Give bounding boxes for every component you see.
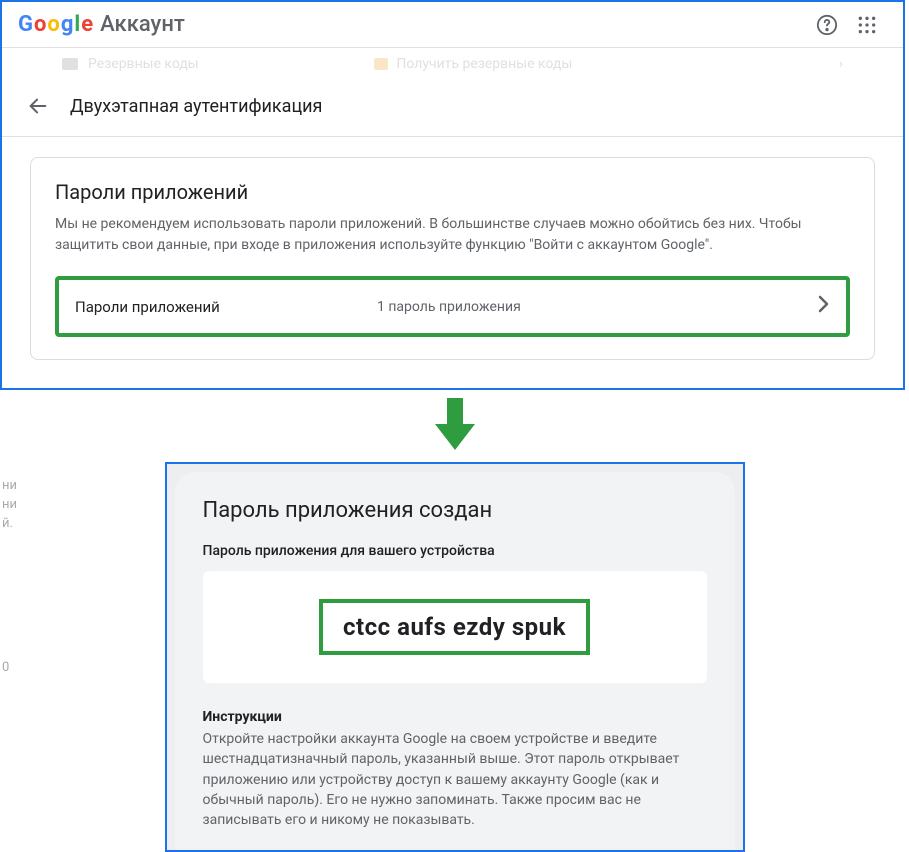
password-dialog-panel: ни ни й. 0 Пароль приложения создан Паро…	[165, 462, 745, 852]
google-logo: Google Аккаунт	[18, 12, 185, 37]
account-label: Аккаунт	[100, 12, 185, 37]
faded-mid-text: Получить резервные коды	[396, 56, 572, 72]
card-title: Пароли приложений	[55, 180, 850, 204]
help-icon[interactable]	[815, 13, 839, 37]
password-box: ctcc aufs ezdy spuk	[203, 571, 707, 683]
app-passwords-card: Пароли приложений Мы не рекомендуем испо…	[30, 157, 875, 360]
page-title: Двухэтапная аутентификация	[70, 96, 322, 117]
generated-password: ctcc aufs ezdy spuk	[343, 613, 566, 641]
password-label: Пароль приложения для вашего устройства	[203, 543, 707, 559]
faded-left-text: Резервные коды	[88, 56, 199, 72]
password-created-dialog: Пароль приложения создан Пароль приложен…	[175, 472, 735, 850]
instructions-text: Откройте настройки аккаунта Google на св…	[203, 729, 707, 830]
password-highlight: ctcc aufs ezdy spuk	[319, 599, 590, 655]
instructions-title: Инструкции	[203, 709, 707, 725]
chevron-right-icon	[818, 294, 830, 319]
apps-grid-icon[interactable]	[855, 13, 879, 37]
app-passwords-row[interactable]: Пароли приложений 1 пароль приложения	[55, 276, 850, 337]
card-description: Мы не рекомендуем использовать пароли пр…	[55, 214, 850, 256]
row-value: 1 пароль приложения	[377, 299, 818, 315]
faded-background-row: Резервные коды Получить резервные коды ›	[2, 48, 903, 80]
dialog-title: Пароль приложения создан	[203, 498, 707, 523]
flow-arrow-icon	[0, 396, 909, 456]
app-header: Google Аккаунт	[2, 2, 903, 48]
page-subheader: Двухэтапная аутентификация	[2, 80, 903, 137]
back-arrow-icon[interactable]	[26, 94, 50, 118]
settings-panel: Google Аккаунт Резервные коды Получить р…	[0, 0, 905, 390]
row-label: Пароли приложений	[75, 298, 377, 316]
